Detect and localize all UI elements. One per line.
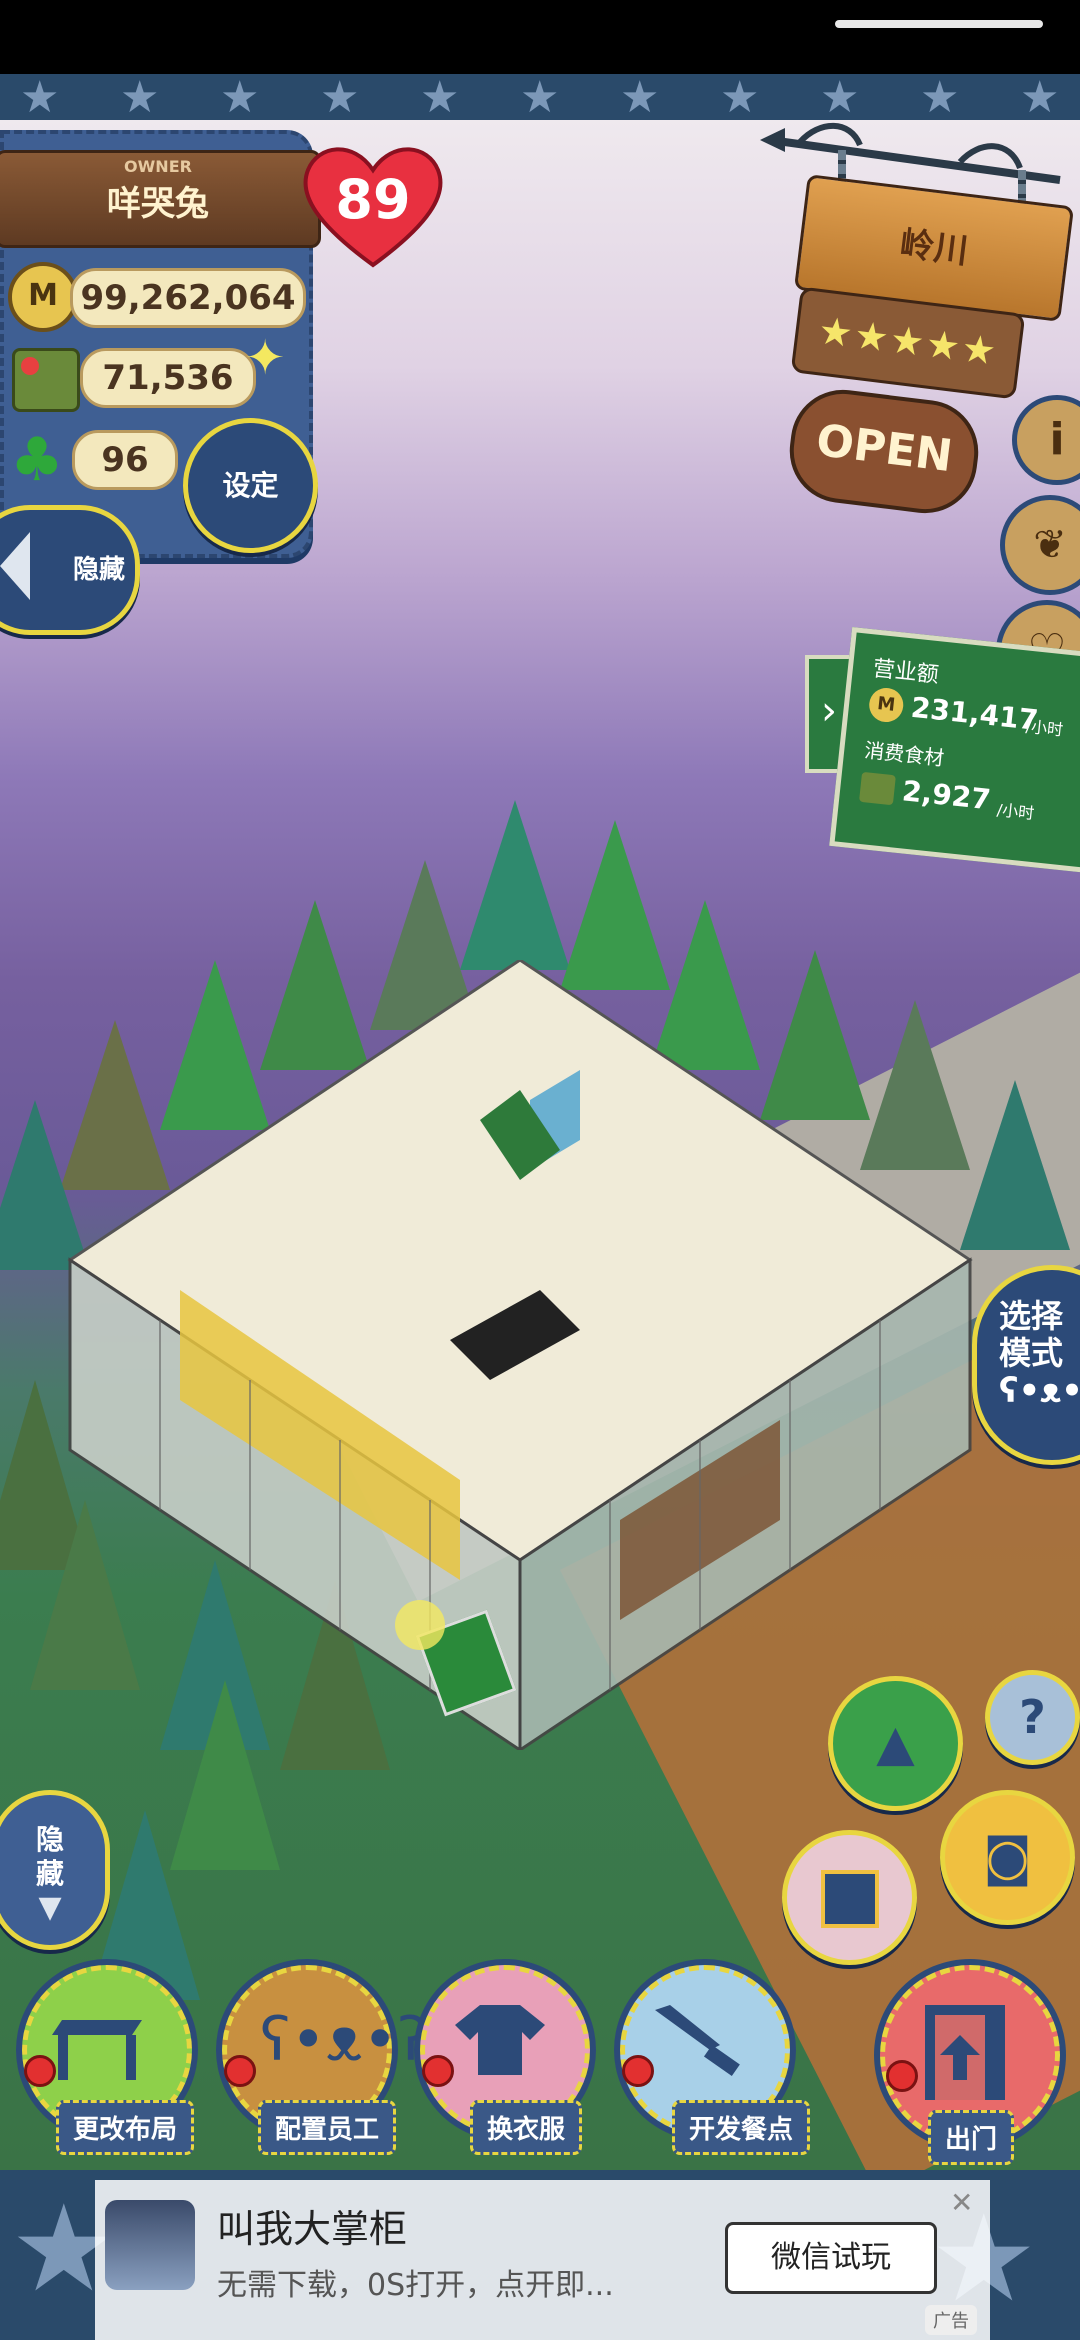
hat-button[interactable]: ▲ [828, 1676, 963, 1811]
toolbar-pin [622, 2055, 654, 2087]
ad-tag: 广告 [925, 2305, 977, 2335]
consume-amount: 2,927 [900, 774, 993, 817]
ingredients-basket-icon [858, 771, 896, 806]
lamp-light [395, 1600, 445, 1650]
ad-app-icon [105, 2200, 195, 2290]
owner-tag: OWNER [124, 157, 192, 176]
ad-trial-button[interactable]: 微信试玩 [725, 2222, 937, 2294]
toolbar-pin [422, 2055, 454, 2087]
toolbar-pin [24, 2055, 56, 2087]
toolbar-pin [886, 2060, 918, 2092]
ingredients-basket-icon [12, 348, 80, 412]
restaurant-name: 岭川 [897, 224, 971, 272]
ad-close-icon[interactable]: ✕ [950, 2186, 973, 2219]
toolbar-label-layout[interactable]: 更改布局 [56, 2100, 195, 2155]
hide-panel-label: 隐藏 [72, 555, 125, 585]
consume-title: 消费食材 [863, 738, 946, 771]
shirt-icon [455, 2005, 545, 2075]
bear-head-icon: ʕ•ᴥ•ʔ [999, 1370, 1080, 1411]
hide-toolbar-button[interactable]: 隐 藏 ▼ [0, 1790, 110, 1950]
clover-icon: ♣ [10, 425, 64, 495]
knife-icon [655, 2005, 740, 2076]
gallery-button[interactable] [782, 1830, 917, 1965]
ingredients-value: 71,536 [80, 348, 256, 408]
select-mode-label-2: 模式 [999, 1333, 1064, 1372]
coins-value: 99,262,064 [70, 268, 306, 328]
sparkle-icon: ✦ [245, 330, 286, 386]
restaurant-building[interactable] [60, 960, 990, 1750]
down-arrow-icon: ▼ [38, 1890, 62, 1926]
owner-name-plate: OWNER 咩哭兔 [0, 150, 321, 248]
toolbar-label-staff[interactable]: 配置员工 [258, 2100, 397, 2155]
hat-icon: ▲ [876, 1714, 915, 1772]
coin-icon: M [867, 686, 905, 724]
bear-head-icon: ʕ•ᴥ•ʔ [260, 2005, 429, 2075]
toolbar-label-goout[interactable]: 出门 [928, 2110, 1015, 2165]
info-icon: i [1049, 414, 1065, 465]
open-label: OPEN [813, 414, 956, 483]
settings-label: 设定 [222, 469, 279, 502]
toolbar-label-menu[interactable]: 开发餐点 [672, 2100, 811, 2155]
owner-name: 咩哭兔 [107, 184, 209, 224]
hide-toolbar-label-1: 隐 [35, 1823, 64, 1856]
revenue-amount: 231,417 [909, 690, 1040, 737]
system-home-indicator[interactable] [835, 20, 1043, 28]
select-mode-label-1: 选择 [999, 1297, 1064, 1335]
gallery-icon [820, 1869, 879, 1928]
toolbar-label-clothes[interactable]: 换衣服 [470, 2100, 583, 2155]
book-leaf-icon: ❦ [1033, 522, 1067, 568]
table-icon [52, 2020, 142, 2080]
owner-level: 89 [335, 168, 411, 231]
revenue-unit: /小时 [1024, 716, 1064, 740]
help-icon: ? [1019, 1690, 1046, 1744]
revenue-board: 营业额 M 231,417 /小时 消费食材 2,927 /小时 [829, 627, 1080, 873]
consume-unit: /小时 [995, 800, 1036, 823]
camera-icon: ◙ [983, 1828, 1032, 1886]
ad-trial-label: 微信试玩 [771, 2240, 891, 2275]
help-button[interactable]: ? [985, 1670, 1080, 1765]
system-status-bar [0, 0, 1080, 74]
door-icon [925, 2005, 1005, 2100]
ad-subtitle: 无需下载，0S打开，点开即... [217, 2268, 614, 2303]
chevron-right-icon: › [821, 688, 837, 734]
left-arrow-icon [0, 532, 30, 600]
coin-icon: M [8, 262, 78, 332]
camera-button[interactable]: ◙ [940, 1790, 1075, 1925]
revenue-title: 营业额 [871, 656, 940, 689]
settings-button[interactable]: 设定 [183, 418, 318, 553]
clover-value: 96 [72, 430, 178, 490]
top-star-border: ★ ★ ★ ★ ★ ★ ★ ★ ★ ★ ★ [0, 74, 1080, 124]
ad-banner[interactable]: 叫我大掌柜 无需下载，0S打开，点开即... 微信试玩 ✕ 广告 [95, 2180, 990, 2340]
ad-title: 叫我大掌柜 [217, 2207, 408, 2251]
hide-toolbar-label-2: 藏 [35, 1856, 64, 1890]
toolbar-pin [224, 2055, 256, 2087]
